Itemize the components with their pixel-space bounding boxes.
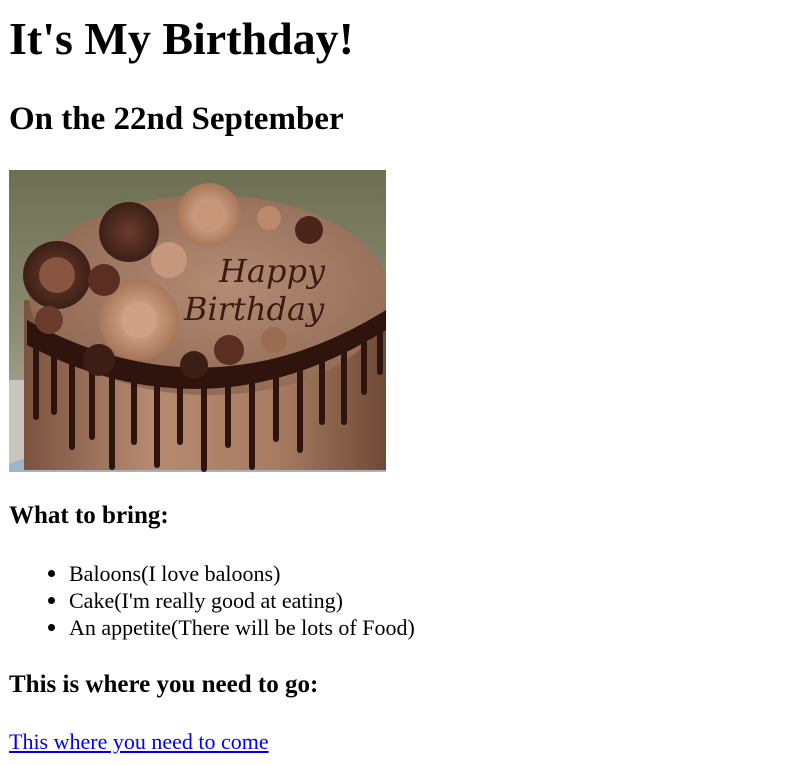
bullet-icon [48,570,55,577]
list-item-text: Baloons(I love baloons) [69,561,281,586]
what-to-bring-heading: What to bring: [9,502,169,529]
list-item: Baloons(I love baloons) [48,560,415,587]
directions-link[interactable]: This where you need to come [9,728,269,755]
list-item: An appetite(There will be lots of Food) [48,614,415,641]
list-item-text: Cake(I'm really good at eating) [69,588,343,613]
directions-heading: This is where you need to go: [9,671,319,698]
bring-list: Baloons(I love baloons) Cake(I'm really … [9,560,415,641]
bullet-icon [48,624,55,631]
page-title: It's My Birthday! [9,13,354,64]
cake-inscription-birthday: Birthday [183,290,325,328]
bullet-icon [48,597,55,604]
list-item-text: An appetite(There will be lots of Food) [69,615,415,640]
birthday-cake-image: Happy Birthday [9,170,386,472]
list-item: Cake(I'm really good at eating) [48,587,415,614]
page-subtitle: On the 22nd September [9,101,344,137]
cake-inscription-happy: Happy [218,252,326,290]
